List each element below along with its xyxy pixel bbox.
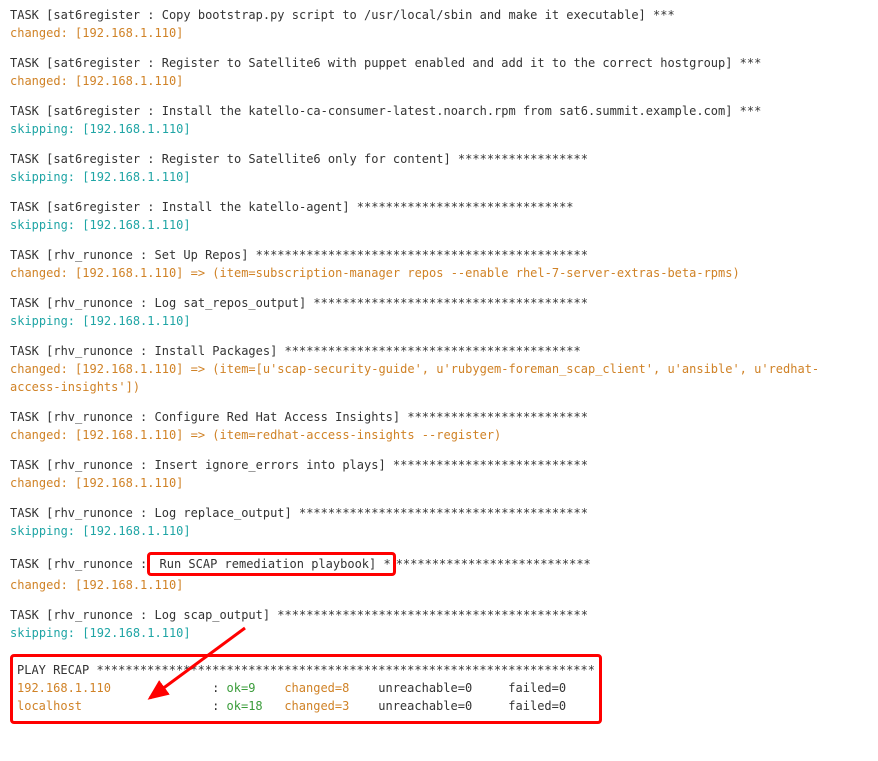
recap-unreachable: unreachable=0 <box>378 681 508 695</box>
task-status: changed: [192.168.1.110] <box>10 24 868 42</box>
task-status: skipping: [192.168.1.110] <box>10 624 868 642</box>
task-block: TASK [sat6register : Register to Satelli… <box>10 54 868 90</box>
recap-ok: ok=9 <box>227 681 285 695</box>
task-block: TASK [rhv_runonce : Insert ignore_errors… <box>10 456 868 492</box>
task-header: TASK [sat6register : Install the katello… <box>10 102 868 120</box>
highlight-box: Run SCAP remediation playbook] * <box>147 552 395 576</box>
recap-ok: ok=18 <box>227 699 285 713</box>
task-status: skipping: [192.168.1.110] <box>10 522 868 540</box>
task-status: changed: [192.168.1.110] <box>10 474 868 492</box>
recap-unreachable: unreachable=0 <box>378 699 508 713</box>
task-header: TASK [rhv_runonce : Log scap_output] ***… <box>10 606 868 624</box>
task-block: TASK [rhv_runonce : Log sat_repos_output… <box>10 294 868 330</box>
recap-failed: failed=0 <box>508 681 566 695</box>
task-header: TASK [rhv_runonce : Log sat_repos_output… <box>10 294 868 312</box>
task-header: TASK [sat6register : Register to Satelli… <box>10 150 868 168</box>
task-status: changed: [192.168.1.110] => (item=redhat… <box>10 426 868 444</box>
task-status: changed: [192.168.1.110] <box>10 72 868 90</box>
task-status: skipping: [192.168.1.110] <box>10 216 868 234</box>
task-block: TASK [sat6register : Install the katello… <box>10 102 868 138</box>
recap-host: localhost <box>17 699 212 713</box>
task-header: TASK [sat6register : Install the katello… <box>10 198 868 216</box>
task-header: TASK [rhv_runonce : Install Packages] **… <box>10 342 868 360</box>
task-status: skipping: [192.168.1.110] <box>10 120 868 138</box>
recap-changed: changed=3 <box>284 699 378 713</box>
task-status: skipping: [192.168.1.110] <box>10 168 868 186</box>
recap-changed: changed=8 <box>284 681 378 695</box>
task-header: TASK [rhv_runonce : Insert ignore_errors… <box>10 456 868 474</box>
task-status: changed: [192.168.1.110] => (item=subscr… <box>10 264 868 282</box>
task-block: TASK [sat6register : Copy bootstrap.py s… <box>10 6 868 42</box>
task-header: TASK [rhv_runonce : Run SCAP remediation… <box>10 552 868 576</box>
task-header: TASK [sat6register : Register to Satelli… <box>10 54 868 72</box>
task-block: TASK [rhv_runonce : Configure Red Hat Ac… <box>10 408 868 444</box>
task-block: TASK [sat6register : Install the katello… <box>10 198 868 234</box>
recap-row: localhost : ok=18 changed=3 unreachable=… <box>17 697 595 715</box>
task-status: changed: [192.168.1.110] => (item=[u'sca… <box>10 360 868 396</box>
play-recap-title: PLAY RECAP *****************************… <box>17 661 595 679</box>
task-block: TASK [rhv_runonce : Set Up Repos] ******… <box>10 246 868 282</box>
task-block: TASK [rhv_runonce : Install Packages] **… <box>10 342 868 396</box>
task-block-highlighted: TASK [rhv_runonce : Run SCAP remediation… <box>10 552 868 594</box>
task-header: TASK [rhv_runonce : Log replace_output] … <box>10 504 868 522</box>
task-block: TASK [sat6register : Register to Satelli… <box>10 150 868 186</box>
task-status: changed: [192.168.1.110] <box>10 576 868 594</box>
recap-row: 192.168.1.110 : ok=9 changed=8 unreachab… <box>17 679 595 697</box>
task-status: skipping: [192.168.1.110] <box>10 312 868 330</box>
recap-failed: failed=0 <box>508 699 566 713</box>
task-header: TASK [rhv_runonce : Set Up Repos] ******… <box>10 246 868 264</box>
task-header: TASK [rhv_runonce : Configure Red Hat Ac… <box>10 408 868 426</box>
task-block: TASK [rhv_runonce : Log replace_output] … <box>10 504 868 540</box>
task-header: TASK [sat6register : Copy bootstrap.py s… <box>10 6 868 24</box>
recap-host: 192.168.1.110 <box>17 681 212 695</box>
ansible-output: TASK [sat6register : Copy bootstrap.py s… <box>10 6 868 540</box>
play-recap-box: PLAY RECAP *****************************… <box>10 654 602 724</box>
task-block: TASK [rhv_runonce : Log scap_output] ***… <box>10 606 868 642</box>
